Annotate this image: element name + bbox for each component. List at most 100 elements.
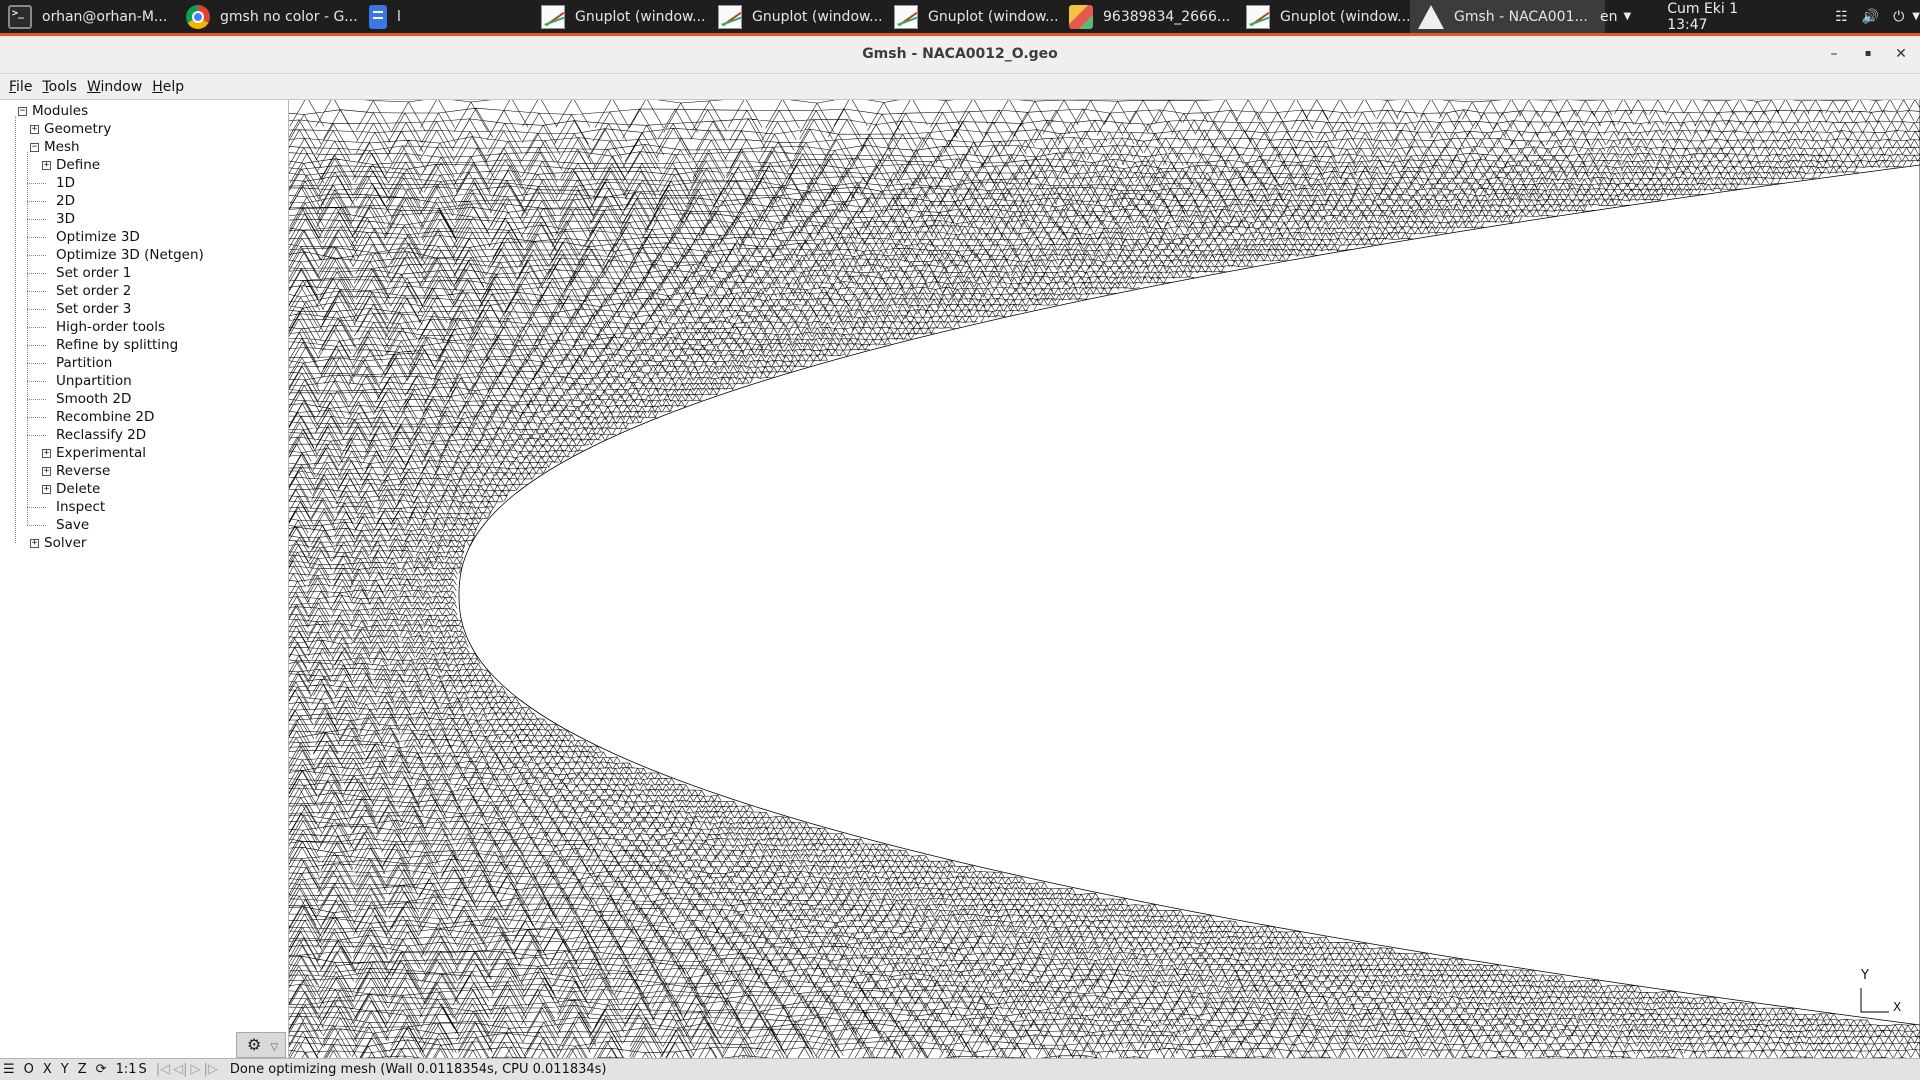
- view-y-button[interactable]: Y: [61, 1062, 69, 1077]
- status-menu-icon[interactable]: ☰: [3, 1062, 15, 1077]
- tree-connector: [27, 327, 46, 328]
- volume-icon[interactable]: 🔊: [1862, 9, 1879, 25]
- settings-gear-button[interactable]: ⚙ ▽: [236, 1032, 286, 1058]
- tree-node-set-order-2[interactable]: Set order 2: [56, 282, 131, 300]
- tree-connector: [27, 291, 46, 292]
- taskbar-item-label: Gmsh - NACA001...: [1454, 8, 1588, 25]
- tree-connector: [27, 381, 46, 382]
- first-step-icon[interactable]: |◁: [156, 1062, 170, 1077]
- tree-connector: [27, 255, 46, 256]
- tree-connector: [27, 201, 46, 202]
- menu-tools[interactable]: Tools: [42, 79, 77, 95]
- system-taskbar: orhan@orhan-M... gmsh no color - G... l Gnu…: [0, 0, 1920, 36]
- taskbar-item-label: 96389834_2666...: [1103, 8, 1231, 25]
- expand-toggle-icon[interactable]: +: [30, 125, 39, 134]
- taskbar-item-label: Gnuplot (window...: [1280, 8, 1411, 25]
- tree-node-2d[interactable]: 2D: [56, 192, 75, 210]
- status-message: Done optimizing mesh (Wall 0.0118354s, C…: [229, 1062, 607, 1077]
- menu-file[interactable]: File: [9, 79, 32, 95]
- expand-toggle-icon[interactable]: +: [30, 539, 39, 548]
- rotate-icon[interactable]: ⟳: [96, 1062, 107, 1077]
- tree-node-optimize-3d[interactable]: Optimize 3D: [56, 228, 140, 246]
- taskbar-item-9[interactable]: Gmsh - NACA001...: [1410, 0, 1605, 33]
- expand-toggle-icon[interactable]: +: [42, 449, 51, 458]
- select-button[interactable]: S: [138, 1062, 146, 1077]
- menu-help[interactable]: Help: [152, 79, 184, 95]
- taskbar-item-label: gmsh no color - G...: [220, 8, 358, 25]
- tree-node-reclassify-2d[interactable]: Reclassify 2D: [56, 426, 146, 444]
- tree-node-solver[interactable]: Solver: [44, 534, 86, 552]
- tree-node-recombine-2d[interactable]: Recombine 2D: [56, 408, 154, 426]
- gear-icon: ⚙: [247, 1035, 262, 1054]
- expand-toggle-icon[interactable]: +: [42, 485, 51, 494]
- tree-connector: [27, 273, 46, 274]
- tree-node-smooth-2d[interactable]: Smooth 2D: [56, 390, 131, 408]
- taskbar-item-4[interactable]: Gnuplot (window...: [541, 0, 711, 33]
- image-viewer-icon: [1069, 4, 1093, 29]
- collapse-toggle-icon[interactable]: −: [18, 107, 27, 116]
- network-icon[interactable]: ☷: [1835, 9, 1848, 25]
- taskbar-item-3[interactable]: l: [366, 0, 526, 33]
- tree-connector: [27, 525, 46, 526]
- tree-connector: [27, 152, 28, 525]
- taskbar-item-label: Gnuplot (window...: [928, 8, 1059, 25]
- chevron-down-icon[interactable]: ▼: [1912, 11, 1920, 22]
- tree-connector: [27, 219, 46, 220]
- reset-view-button[interactable]: O: [24, 1062, 34, 1077]
- gnuplot-icon: [1246, 4, 1270, 29]
- next-step-icon[interactable]: |▷: [204, 1062, 218, 1077]
- gmsh-icon: [1418, 4, 1444, 29]
- tree-node-unpartition[interactable]: Unpartition: [56, 372, 132, 390]
- tree-node-inspect[interactable]: Inspect: [56, 498, 105, 516]
- taskbar-item-5[interactable]: Gnuplot (window...: [718, 0, 888, 33]
- play-icon[interactable]: ▷: [191, 1062, 201, 1077]
- tree-node-3d[interactable]: 3D: [56, 210, 75, 228]
- scale-one-button[interactable]: 1:1: [116, 1062, 137, 1077]
- system-tray: en ▼ Cum Eki 1 13:47 ☷ 🔊 ⏻ ▼: [1600, 0, 1920, 33]
- clock[interactable]: Cum Eki 1 13:47: [1667, 1, 1769, 33]
- power-icon[interactable]: ⏻: [1893, 9, 1904, 25]
- maximize-button[interactable]: ▪: [1858, 44, 1878, 64]
- menu-window[interactable]: Window: [87, 79, 142, 95]
- tree-connector: [15, 116, 16, 543]
- tree-node-optimize-3d-netgen[interactable]: Optimize 3D (Netgen): [56, 246, 204, 264]
- mesh-graphics-viewport[interactable]: Y X: [289, 100, 1920, 1058]
- tree-node-set-order-3[interactable]: Set order 3: [56, 300, 131, 318]
- view-x-button[interactable]: X: [43, 1062, 52, 1077]
- tree-node-high-order-tools[interactable]: High-order tools: [56, 318, 165, 336]
- taskbar-item-8[interactable]: Gnuplot (window...: [1246, 0, 1416, 33]
- module-tree: ⚙ ▽ − Modules + Geometry − Mesh + Define 1D 2D 3D O…: [0, 100, 289, 1058]
- taskbar-item-1[interactable]: orhan@orhan-M...: [8, 0, 178, 33]
- taskbar-item-6[interactable]: Gnuplot (window...: [894, 0, 1064, 33]
- document-icon: [369, 4, 387, 29]
- tree-node-delete[interactable]: Delete: [56, 480, 100, 498]
- tree-node-1d[interactable]: 1D: [56, 174, 75, 192]
- minimize-button[interactable]: –: [1824, 44, 1844, 64]
- tree-node-experimental[interactable]: Experimental: [56, 444, 146, 462]
- language-indicator[interactable]: en: [1600, 9, 1618, 25]
- tree-node-set-order-1[interactable]: Set order 1: [56, 264, 131, 282]
- tree-connector: [27, 417, 46, 418]
- close-button[interactable]: ✕: [1891, 44, 1911, 64]
- tree-connector: [27, 345, 46, 346]
- expand-toggle-icon[interactable]: +: [42, 467, 51, 476]
- taskbar-item-2[interactable]: gmsh no color - G...: [186, 0, 358, 33]
- chevron-down-icon[interactable]: ▼: [1624, 11, 1632, 22]
- status-bar: ☰ O X Y Z ⟳ 1:1 S |◁ ◁| ▷ |▷ Done optimi…: [0, 1058, 1920, 1080]
- window-titlebar[interactable]: Gmsh - NACA0012_O.geo – ▪ ✕: [0, 36, 1920, 74]
- view-z-button[interactable]: Z: [78, 1062, 87, 1077]
- dropdown-triangle-icon: ▽: [270, 1042, 279, 1053]
- tree-node-modules[interactable]: Modules: [32, 102, 88, 120]
- taskbar-item-7[interactable]: 96389834_2666...: [1069, 0, 1239, 33]
- tree-node-reverse[interactable]: Reverse: [56, 462, 110, 480]
- tree-node-partition[interactable]: Partition: [56, 354, 112, 372]
- tree-node-mesh[interactable]: Mesh: [44, 138, 80, 156]
- tree-node-refine-by-splitting[interactable]: Refine by splitting: [56, 336, 178, 354]
- collapse-toggle-icon[interactable]: −: [30, 143, 39, 152]
- tree-node-define[interactable]: Define: [56, 156, 100, 174]
- expand-toggle-icon[interactable]: +: [42, 161, 51, 170]
- tree-connector: [27, 237, 46, 238]
- tree-node-geometry[interactable]: Geometry: [44, 120, 111, 138]
- tree-node-save[interactable]: Save: [56, 516, 89, 534]
- previous-step-icon[interactable]: ◁|: [173, 1062, 187, 1077]
